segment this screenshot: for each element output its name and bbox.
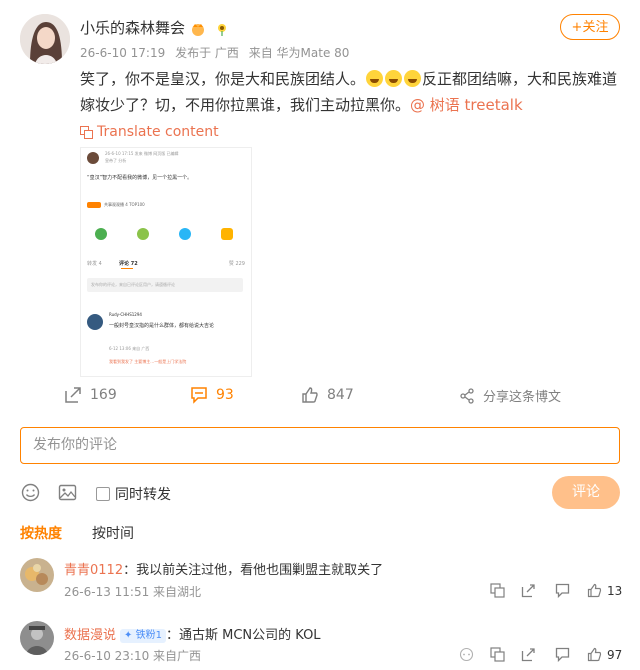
comment-line: 青青0112：我以前关注过他，看他也围剿盟主就取关了: [64, 559, 383, 578]
embedded-sub: 皇帝了 分析: [105, 158, 127, 163]
embedded-qq-icon: [179, 228, 191, 240]
crown-badge-icon: [190, 21, 206, 37]
commenter-avatar[interactable]: [20, 558, 54, 592]
thumbs-up-icon: [587, 647, 602, 662]
comment-action[interactable]: 93: [190, 386, 234, 404]
comment-reply-icon[interactable]: [555, 647, 570, 662]
embedded-tab-underline: [121, 268, 133, 269]
embedded-wechat-icon: [95, 228, 107, 240]
embedded-avatar: [87, 152, 99, 164]
post-image[interactable]: 26-6-10 17:15 发来 微博 网页版 已编辑 皇帝了 分析 “皇汉”智…: [80, 147, 252, 377]
comment-like-count: 97: [607, 647, 623, 662]
translate-label[interactable]: Translate content: [97, 124, 219, 140]
comment-more-icon[interactable]: [459, 647, 474, 662]
repost-action[interactable]: 169: [64, 386, 117, 404]
embedded-tag: 共事观观播 4 TOP100: [87, 202, 145, 208]
repost-icon: [64, 386, 82, 404]
share-icon: [459, 387, 475, 404]
repost-checkbox-label[interactable]: 同时转发: [115, 484, 171, 504]
comment-repost-icon[interactable]: [521, 647, 536, 662]
repost-count: 169: [90, 387, 117, 403]
fan-badge: ✦ 铁粉1: [120, 628, 166, 643]
embedded-tag-text: 共事观观播 4 TOP100: [104, 202, 145, 207]
comment-like[interactable]: 13: [587, 583, 622, 598]
comment-text: ：通古斯 MCN公司的 KOL: [165, 628, 321, 643]
author-avatar[interactable]: [20, 14, 70, 64]
embedded-tab-like: 赞 229: [228, 261, 245, 267]
translate-icon: [80, 125, 93, 139]
commenter-name[interactable]: 数据漫说: [64, 628, 116, 643]
commenter-name[interactable]: 青青0112: [64, 563, 123, 578]
sunflower-badge-icon: [215, 22, 229, 36]
comment-like-count: 13: [607, 583, 623, 598]
embedded-c1-name: Rudy-CHHS1294: [109, 312, 142, 317]
post-location: 发布于 广西: [175, 46, 239, 60]
embedded-c1-text: 一般封号皇汉指的是什么群体，都有给说大吉论: [109, 323, 215, 329]
embedded-input: 发布你的评论，来自已评论区用户，请遵循评论: [87, 278, 243, 292]
author-name-text[interactable]: 小乐的森林舞会: [80, 19, 185, 37]
comment-text: ：我以前关注过他，看他也围剿盟主就取关了: [123, 563, 384, 578]
post-text-a: 笑了，你不是皇汉，你是大和民族团结人。: [80, 70, 366, 88]
laugh-emoji-icon: [404, 70, 422, 87]
sort-by-hot-tab[interactable]: 按热度: [20, 523, 62, 543]
post-meta: 26-6-10 17:19 发布于 广西 来自 华为Mate 80: [80, 44, 355, 61]
laugh-emoji-icon: [366, 70, 384, 87]
comment-date: 26-6-10 23:10 来自广西: [64, 649, 202, 663]
share-label: 分享这条博文: [483, 390, 562, 405]
share-action[interactable]: 分享这条博文: [459, 386, 561, 405]
embedded-quote: “皇汉”智力不配看我的微博，见一个拉黑一个。: [87, 175, 193, 181]
fan-badge-icon: ✦: [124, 629, 133, 641]
follow-button[interactable]: +关注: [560, 14, 620, 40]
sort-by-time-tab[interactable]: 按时间: [92, 523, 134, 543]
embedded-commenter-avatar: [87, 314, 103, 330]
comment-icon: [190, 386, 208, 404]
thumbs-up-icon: [301, 386, 319, 404]
embedded-tab-comment: 评论 72: [119, 261, 138, 267]
comment-translate-icon[interactable]: [490, 647, 505, 662]
fan-badge-text: 铁粉1: [135, 629, 162, 641]
comment-count: 93: [216, 387, 234, 403]
thumbs-up-icon: [587, 583, 602, 598]
like-count: 847: [327, 387, 354, 403]
author-name[interactable]: 小乐的森林舞会: [80, 17, 229, 38]
commenter-avatar[interactable]: [20, 621, 54, 655]
embedded-c1-date: 6-12 13:06 来自 广西: [109, 346, 150, 351]
comment-date: 26-6-13 11:51 来自湖北: [64, 585, 202, 599]
embedded-meta: 26-6-10 17:15 发来 微博 网页版 已编辑: [105, 151, 179, 156]
repost-checkbox[interactable]: 同时转发: [96, 484, 171, 504]
comment-repost-icon[interactable]: [521, 583, 536, 598]
embedded-save-icon: [221, 228, 233, 240]
comment-translate-icon[interactable]: [490, 583, 505, 598]
checkbox-box[interactable]: [96, 487, 110, 501]
comment-like[interactable]: 97: [587, 647, 622, 662]
post-device: 来自 华为Mate 80: [248, 46, 350, 60]
comment-input[interactable]: 发布你的评论: [20, 427, 620, 464]
embedded-c2-text: 我看到我发了 主要博主…一般是上门学法院: [109, 359, 187, 364]
translate-link[interactable]: Translate content: [80, 124, 219, 140]
mention-link[interactable]: @ 树语 treetalk: [410, 96, 523, 114]
like-action[interactable]: 847: [301, 386, 354, 404]
embedded-moments-icon: [137, 228, 149, 240]
submit-comment-button[interactable]: 评论: [552, 476, 620, 509]
embedded-tab-repost: 转发 4: [87, 261, 102, 267]
comment-line: 数据漫说 ✦ 铁粉1 ：通古斯 MCN公司的 KOL: [64, 624, 321, 643]
post-body: 笑了，你不是皇汉，你是大和民族团结人。 反正都团结嘛，大和民族难道嫁妆少了？切，不…: [80, 66, 625, 118]
laugh-emoji-icon: [385, 70, 403, 87]
post-date[interactable]: 26-6-10 17:19: [80, 46, 165, 60]
emoji-icon[interactable]: [21, 483, 40, 502]
image-upload-icon[interactable]: [58, 483, 77, 502]
comment-reply-icon[interactable]: [555, 583, 570, 598]
